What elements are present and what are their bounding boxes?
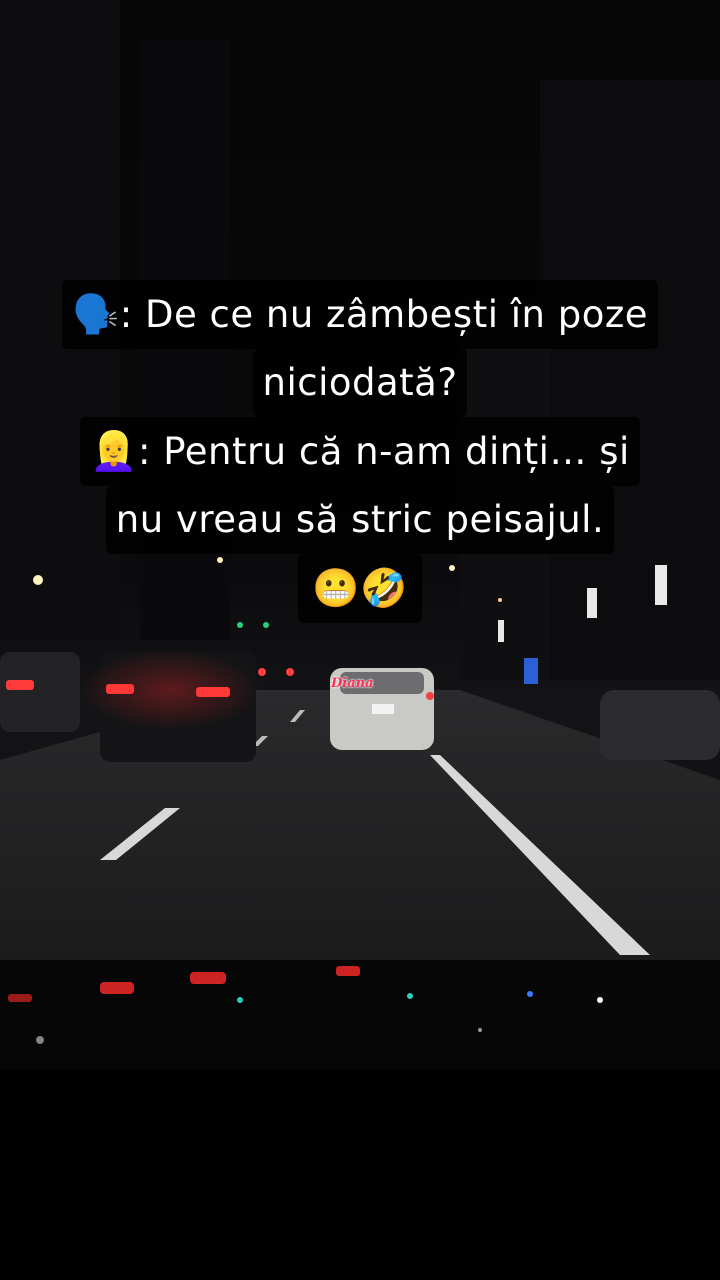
caption-line-1: 🗣️: De ce nu zâmbești în poze [30,280,690,349]
caption-line-3: 👱‍♀️: Pentru că n-am dinți… și [30,417,690,486]
blond-woman-icon: 👱‍♀️ [90,429,139,473]
grimacing-laughing-emoji-icons: 😬🤣 [312,566,408,610]
question-text-part1: : De ce nu zâmbești în poze [119,293,649,336]
caption-text-block: 🗣️: De ce nu zâmbești în poze niciodată?… [30,280,690,623]
caption-line-4: nu vreau să stric peisajul. [30,486,690,554]
question-text-part2: niciodată? [262,361,458,404]
caption-line-5: 😬🤣 [30,554,690,623]
answer-text-part1: : Pentru că n-am dinți… și [138,430,630,473]
answer-text-part2: nu vreau să stric peisajul. [115,498,605,541]
night-street-background [0,0,720,1280]
caption-line-2: niciodată? [30,349,690,417]
watermark-label: Diana [331,676,374,691]
speaking-head-icon: 🗣️ [71,292,120,336]
